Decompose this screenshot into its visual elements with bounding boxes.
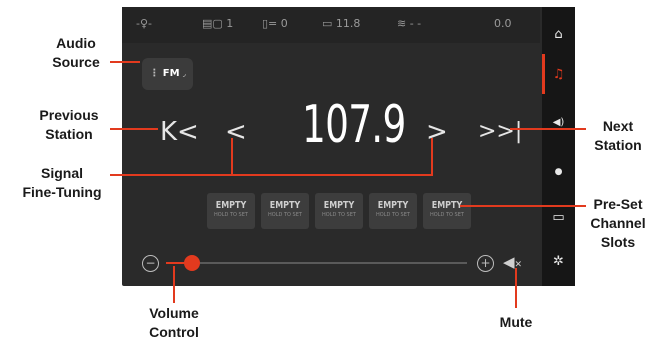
preset-sublabel: HOLD TO SET: [376, 212, 410, 218]
leader-mute: [515, 268, 517, 308]
callout-line: Next: [602, 118, 634, 134]
preset-sublabel: HOLD TO SET: [322, 212, 356, 218]
seat-heat-driver-value: 1: [226, 17, 234, 30]
sidebar: ⌂ ♫ ◀) ● ▭ ✲: [542, 7, 575, 286]
callout-line: Signal: [40, 165, 83, 181]
callout-line: Station: [45, 126, 93, 142]
location-pin-icon[interactable]: ●: [542, 164, 575, 180]
preset-slots: EMPTY HOLD TO SET EMPTY HOLD TO SET EMPT…: [207, 193, 471, 231]
leader-volume-control: [173, 266, 175, 303]
status-bar: -♀- ▤▢ 1 ▯= 0 ▭ 11.8 ≋ - - 0.0: [122, 7, 540, 43]
leader-audio-source: [110, 61, 140, 63]
menu-dots-icon: ⋮: [149, 68, 160, 79]
volume-up-button[interactable]: +: [477, 255, 494, 272]
preset-label: EMPTY: [323, 200, 355, 211]
callout-mute: Mute: [484, 313, 548, 332]
preset-label: EMPTY: [377, 200, 409, 211]
volume-down-button[interactable]: −: [142, 255, 159, 272]
mute-button[interactable]: ◀✕: [503, 253, 522, 271]
speaker-mute-icon: ◀: [503, 253, 515, 271]
wifi-indicator: ≋ - -: [397, 17, 422, 30]
preset-slot-5[interactable]: EMPTY HOLD TO SET: [423, 193, 471, 229]
callout-next-station: Next Station: [586, 117, 650, 155]
callout-line: Control: [149, 324, 199, 340]
preset-slot-4[interactable]: EMPTY HOLD TO SET: [369, 193, 417, 229]
callout-line: Slots: [600, 234, 636, 250]
leader-previous-station: [110, 128, 158, 130]
callout-volume-control: Volume Control: [126, 304, 222, 342]
callout-previous-station: Previous Station: [28, 106, 110, 144]
preset-slot-3[interactable]: EMPTY HOLD TO SET: [315, 193, 363, 229]
speed-indicator: 0.0: [494, 17, 512, 30]
seat-heat-passenger-value: 0: [280, 17, 288, 30]
seat-heat-passenger-indicator: ▯= 0: [262, 17, 288, 30]
callout-line: Mute: [499, 314, 533, 330]
audio-source-button[interactable]: ⋮ FM ◞: [142, 58, 193, 90]
audio-source-label: FM: [162, 68, 180, 79]
tune-down-button[interactable]: <: [225, 117, 247, 147]
volume-slider-handle[interactable]: [184, 255, 201, 271]
callout-signal-fine-tuning: Signal Fine-Tuning: [14, 164, 110, 202]
tune-up-button[interactable]: >: [426, 117, 448, 147]
camera-icon[interactable]: ▭: [542, 210, 575, 226]
callout-line: Fine-Tuning: [22, 184, 102, 200]
battery-indicator: ▭ 11.8: [322, 17, 361, 30]
head-unit-screen: -♀- ▤▢ 1 ▯= 0 ▭ 11.8 ≋ - - 0.0 ⌂ ♫ ◀) ● …: [122, 7, 575, 286]
previous-station-button[interactable]: K<: [160, 117, 199, 147]
callout-preset-slots: Pre-Set Channel Slots: [586, 195, 650, 252]
callout-line: Audio: [56, 35, 96, 51]
preset-slot-2[interactable]: EMPTY HOLD TO SET: [261, 193, 309, 229]
leader-next-station: [510, 128, 586, 130]
home-icon[interactable]: ⌂: [542, 27, 575, 43]
wifi-value: - -: [409, 17, 422, 30]
leader-signal-tuning-left: [231, 138, 233, 176]
leader-signal-tuning-right: [431, 138, 433, 176]
battery-voltage-value: 11.8: [335, 17, 361, 30]
callout-line: Previous: [39, 107, 99, 123]
preset-sublabel: HOLD TO SET: [214, 212, 248, 218]
leader-preset-slots: [460, 205, 586, 207]
frequency-display: 107.9: [302, 95, 406, 155]
callout-audio-source: Audio Source: [38, 34, 114, 72]
volume-slider-fill: [166, 262, 185, 264]
preset-label: EMPTY: [269, 200, 301, 211]
volume-slider-track[interactable]: [166, 262, 467, 264]
preset-sublabel: HOLD TO SET: [268, 212, 302, 218]
callout-line: Volume: [149, 305, 199, 321]
signal-icon: ◞: [183, 70, 186, 78]
callout-line: Pre-Set: [593, 196, 643, 212]
gear-icon[interactable]: ✲: [542, 254, 575, 270]
leader-signal-tuning-horizontal: [110, 174, 433, 176]
seat-heat-driver-indicator: ▤▢ 1: [202, 17, 234, 30]
preset-slot-1[interactable]: EMPTY HOLD TO SET: [207, 193, 255, 229]
fan-icon: -♀-: [136, 17, 152, 30]
callout-line: Channel: [590, 215, 646, 231]
callout-line: Source: [52, 54, 100, 70]
callout-line: Station: [594, 137, 642, 153]
next-station-button[interactable]: >>|: [478, 117, 522, 147]
preset-sublabel: HOLD TO SET: [430, 212, 464, 218]
preset-label: EMPTY: [215, 200, 247, 211]
music-note-icon[interactable]: ♫: [542, 67, 575, 83]
